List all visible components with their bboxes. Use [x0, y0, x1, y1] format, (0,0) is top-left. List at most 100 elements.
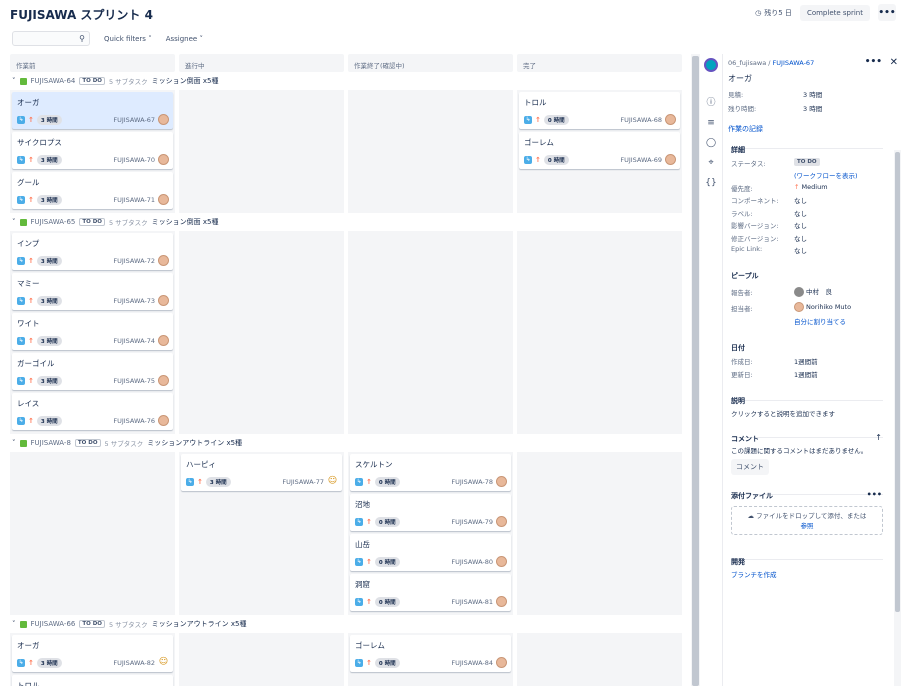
- issue-key[interactable]: FUJISAWA-67: [113, 116, 155, 124]
- issue-key[interactable]: FUJISAWA-77: [282, 478, 324, 486]
- affects-version-value[interactable]: なし: [794, 220, 807, 230]
- issue-key[interactable]: FUJISAWA-80: [451, 558, 493, 566]
- create-branch-link[interactable]: ブランチを作成: [731, 569, 777, 579]
- issue-card[interactable]: スケルトン ↳ ↑ 0 時間 FUJISAWA-78: [350, 454, 511, 491]
- labels-value[interactable]: なし: [794, 208, 807, 218]
- workflow-link[interactable]: (ワークフローを表示): [794, 170, 858, 180]
- issue-card[interactable]: インプ ↳ ↑ 3 時間 FUJISAWA-72: [12, 233, 173, 270]
- card-title: ワイト: [17, 319, 40, 328]
- issue-card[interactable]: 洞窟 ↳ ↑ 0 時間 FUJISAWA-81: [350, 574, 511, 611]
- log-work-link[interactable]: 作業の記録: [728, 124, 763, 134]
- assign-to-me-link[interactable]: 自分に割り当てる: [794, 316, 846, 326]
- swimlane-header[interactable]: ˅ FUJISAWA-66 TO DO 5 サブタスク ミッションアウトライン x5種: [10, 617, 682, 631]
- parent-issue-key: FUJISAWA-64: [30, 77, 76, 85]
- more-actions-button[interactable]: •••: [878, 4, 896, 21]
- breadcrumb-parent[interactable]: 06_fujisawa /: [728, 59, 770, 67]
- issue-key[interactable]: FUJISAWA-76: [113, 417, 155, 425]
- status-badge[interactable]: TO DO: [794, 157, 820, 166]
- component-value[interactable]: なし: [794, 195, 807, 205]
- estimate-value[interactable]: 3 時間: [803, 89, 822, 99]
- avatar: [496, 657, 507, 668]
- code-icon[interactable]: {}: [705, 178, 716, 189]
- issue-key[interactable]: FUJISAWA-69: [620, 156, 662, 164]
- breadcrumb-issue-key[interactable]: FUJISAWA-67: [773, 59, 815, 67]
- priority-arrow-icon: ↑: [535, 115, 541, 124]
- board-scrollbar[interactable]: [691, 54, 700, 686]
- issue-card[interactable]: トロル ↳ ↑ 0 時間 FUJISAWA-68: [519, 92, 680, 129]
- issue-key[interactable]: FUJISAWA-78: [451, 478, 493, 486]
- issue-card[interactable]: オーガ ↳ ↑ 3 時間 FUJISAWA-67: [12, 92, 173, 129]
- issue-key[interactable]: FUJISAWA-82: [113, 659, 155, 667]
- issue-card[interactable]: ワイト ↳ ↑ 3 時間 FUJISAWA-74: [12, 313, 173, 350]
- assignee-value[interactable]: Norihiko Muto: [794, 302, 851, 312]
- close-icon[interactable]: ✕: [890, 57, 898, 68]
- issue-title[interactable]: オーガ: [728, 73, 752, 84]
- quick-filters-dropdown[interactable]: Quick filters ˅: [104, 35, 152, 43]
- assignee-dropdown[interactable]: Assignee ˅: [166, 35, 203, 43]
- issue-card[interactable]: ガーゴイル ↳ ↑ 3 時間 FUJISAWA-75: [12, 353, 173, 390]
- issue-key[interactable]: FUJISAWA-71: [113, 196, 155, 204]
- reporter-value[interactable]: 中村 良: [794, 286, 832, 297]
- priority-arrow-icon: ↑: [28, 296, 34, 305]
- card-footer: ↳ ↑ 0 時間 FUJISAWA-81: [355, 596, 507, 607]
- card-footer: ↳ ↑ 0 時間 FUJISAWA-80: [355, 556, 507, 567]
- fix-version-label: 修正バージョン:: [731, 235, 779, 243]
- board-scroll-thumb[interactable]: [692, 56, 699, 686]
- issue-key[interactable]: FUJISAWA-72: [113, 257, 155, 265]
- estimate-badge: 3 時間: [36, 295, 62, 306]
- issue-key[interactable]: FUJISAWA-73: [113, 297, 155, 305]
- swimlane-header[interactable]: ˅ FUJISAWA-65 TO DO 5 サブタスク ミッション倒面 x5種: [10, 215, 682, 229]
- panel-scrollbar[interactable]: [894, 150, 901, 686]
- description-placeholder[interactable]: クリックすると説明を追加できます: [731, 408, 835, 418]
- issue-key[interactable]: FUJISAWA-81: [451, 598, 493, 606]
- browse-link[interactable]: 参照: [801, 522, 814, 530]
- info-icon[interactable]: ⓘ: [706, 98, 715, 109]
- remaining-value[interactable]: 3 時間: [803, 103, 822, 113]
- issue-card[interactable]: レイス ↳ ↑ 3 時間 FUJISAWA-76: [12, 393, 173, 430]
- priority-value[interactable]: ↑ Medium: [794, 183, 828, 191]
- issue-card[interactable]: グール ↳ ↑ 3 時間 FUJISAWA-71: [12, 172, 173, 209]
- issue-card[interactable]: 沼地 ↳ ↑ 0 時間 FUJISAWA-79: [350, 494, 511, 531]
- issue-card[interactable]: サイクロプス ↳ ↑ 3 時間 FUJISAWA-70: [12, 132, 173, 169]
- attachment-dropzone[interactable]: ☁ ファイルをドロップして添付、または 参照: [731, 506, 883, 535]
- issue-card[interactable]: マミー ↳ ↑ 3 時間 FUJISAWA-73: [12, 273, 173, 310]
- sort-arrow-icon[interactable]: ↑: [875, 433, 882, 442]
- priority-arrow-icon: ↑: [28, 115, 34, 124]
- issue-key[interactable]: FUJISAWA-68: [620, 116, 662, 124]
- subtask-icon: ↳: [17, 256, 25, 265]
- issue-card[interactable]: オーガ ↳ ↑ 3 時間 FUJISAWA-82 ☺: [12, 635, 173, 672]
- estimate-badge: 3 時間: [36, 194, 62, 205]
- reporter-name: 中村 良: [806, 288, 832, 296]
- estimate-badge: 3 時間: [36, 335, 62, 346]
- description-icon[interactable]: ≡: [707, 118, 715, 129]
- issue-card[interactable]: ゴーレム ↳ ↑ 0 時間 FUJISAWA-84: [350, 635, 511, 672]
- issue-card[interactable]: トロル: [12, 675, 173, 686]
- attachments-more-icon[interactable]: •••: [867, 490, 882, 499]
- issue-key[interactable]: FUJISAWA-75: [113, 377, 155, 385]
- comment-button[interactable]: コメント: [731, 459, 769, 475]
- fix-version-value[interactable]: なし: [794, 233, 807, 243]
- search-input[interactable]: ⚲: [12, 31, 90, 46]
- no-comments-text: この課題に関するコメントはまだありません。: [731, 447, 868, 455]
- issue-key[interactable]: FUJISAWA-79: [451, 518, 493, 526]
- swimlane-header[interactable]: ˅ FUJISAWA-8 TO DO 5 サブタスク ミッションアウトライン x5種: [10, 436, 682, 450]
- people-heading: ピープル: [731, 272, 759, 280]
- quick-filters-label: Quick filters: [104, 34, 146, 43]
- issue-key[interactable]: FUJISAWA-70: [113, 156, 155, 164]
- issue-card[interactable]: ハーピィ ↳ ↑ 3 時間 FUJISAWA-77 ☺: [181, 454, 342, 491]
- estimate-badge: 3 時間: [36, 114, 62, 125]
- swimlane-header[interactable]: ˅ FUJISAWA-64 TO DO 5 サブタスク ミッション倒面 x5種: [10, 74, 682, 88]
- panel-more-icon[interactable]: •••: [865, 57, 882, 67]
- issue-key[interactable]: FUJISAWA-84: [451, 659, 493, 667]
- attachment-icon[interactable]: ⌖: [708, 158, 713, 169]
- priority-arrow-icon: ↑: [28, 256, 34, 265]
- epic-link-value[interactable]: なし: [794, 245, 807, 255]
- issue-card[interactable]: 山岳 ↳ ↑ 0 時間 FUJISAWA-80: [350, 534, 511, 571]
- issue-key[interactable]: FUJISAWA-74: [113, 337, 155, 345]
- panel-scroll-thumb[interactable]: [895, 152, 900, 612]
- search-icon: ⚲: [79, 34, 85, 43]
- column-cell: トロル ↳ ↑ 0 時間 FUJISAWA-68 ゴーレム ↳ ↑ 0 時間 FUJISAWA-6…: [517, 90, 682, 213]
- complete-sprint-button[interactable]: Complete sprint: [799, 4, 870, 21]
- comment-icon[interactable]: ◯: [706, 138, 716, 149]
- issue-card[interactable]: ゴーレム ↳ ↑ 0 時間 FUJISAWA-69: [519, 132, 680, 169]
